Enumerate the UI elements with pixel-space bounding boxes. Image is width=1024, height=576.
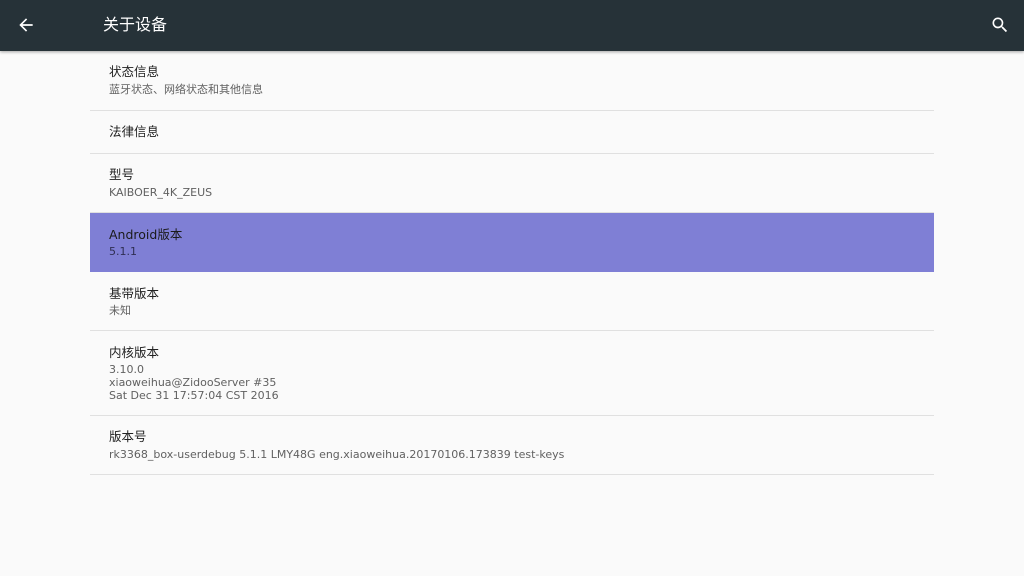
- item-summary: KAIBOER_4K_ZEUS: [109, 186, 213, 199]
- item-title: 内核版本: [109, 345, 160, 360]
- item-summary: rk3368_box-userdebug 5.1.1 LMY48G eng.xi…: [109, 448, 565, 461]
- app-toolbar: 关于设备: [0, 0, 1024, 51]
- item-title: 型号: [109, 167, 135, 182]
- back-button[interactable]: [8, 7, 44, 43]
- item-title: 版本号: [109, 429, 147, 444]
- item-title: 基带版本: [109, 286, 160, 301]
- item-title: Android版本: [109, 227, 183, 242]
- build-number-item[interactable]: 版本号 rk3368_box-userdebug 5.1.1 LMY48G en…: [90, 416, 934, 475]
- search-button[interactable]: [982, 7, 1018, 43]
- arrow-back-icon: [19, 18, 33, 32]
- android-version-item[interactable]: Android版本 5.1.1: [90, 213, 934, 272]
- page-title: 关于设备: [103, 15, 168, 34]
- item-title: 法律信息: [109, 124, 160, 139]
- legal-info-item[interactable]: 法律信息: [90, 111, 934, 154]
- item-summary: 3.10.0 xiaoweihua@ZidooServer #35 Sat De…: [109, 363, 279, 402]
- status-info-item[interactable]: 状态信息 蓝牙状态、网络状态和其他信息: [90, 51, 934, 111]
- item-summary: 未知: [109, 304, 131, 317]
- about-device-list: 状态信息 蓝牙状态、网络状态和其他信息 法律信息 型号 KAIBOER_4K_Z…: [90, 51, 934, 475]
- model-item[interactable]: 型号 KAIBOER_4K_ZEUS: [90, 154, 934, 213]
- item-summary: 5.1.1: [109, 245, 137, 258]
- kernel-version-item[interactable]: 内核版本 3.10.0 xiaoweihua@ZidooServer #35 S…: [90, 331, 934, 416]
- item-summary: 蓝牙状态、网络状态和其他信息: [109, 83, 263, 96]
- search-icon: [992, 17, 1008, 33]
- baseband-version-item[interactable]: 基带版本 未知: [90, 272, 934, 331]
- item-title: 状态信息: [109, 64, 160, 79]
